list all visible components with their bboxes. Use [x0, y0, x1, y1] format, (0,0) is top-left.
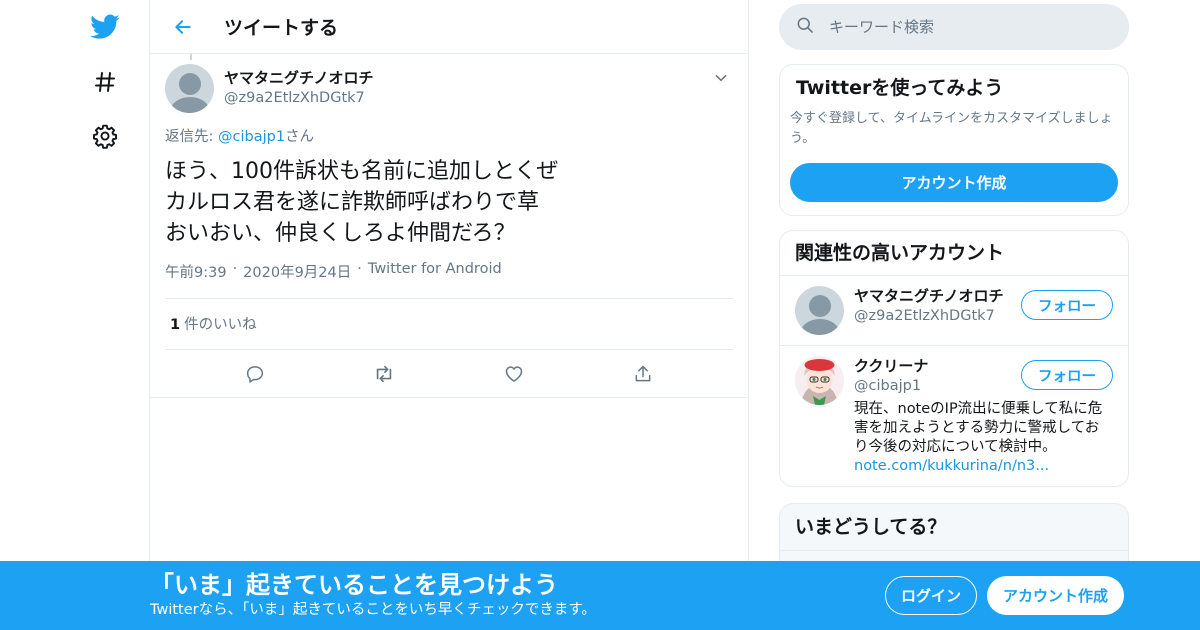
create-account-button[interactable]: アカウント作成 — [790, 163, 1118, 202]
signup-card-title: Twitterを使ってみよう — [796, 77, 1004, 99]
main-header: ツイートする — [150, 0, 748, 54]
follow-button[interactable]: フォロー — [1021, 290, 1113, 320]
bottom-signup-bar: 「いま」起きていることを見つけよう Twitterなら、「いま」起きていることを… — [0, 561, 1200, 630]
right-sidebar: Twitterを使ってみよう 今すぐ登録して、タイムラインをカスタマイズしましょ… — [779, 0, 1129, 573]
account-bio-text: 現在、noteのIP流出に便乗して私に危害を加えようとする勢力に警戒しており今後… — [854, 401, 1103, 455]
related-account-item[interactable]: ククリーナ @cibajp1 フォロー 現在、noteのIP流出に便乗して私に危… — [780, 346, 1128, 486]
likes-row[interactable]: 1 件のいいね — [165, 299, 733, 350]
chevron-down-icon[interactable] — [709, 66, 733, 90]
account-top-row: ククリーナ @cibajp1 フォロー — [854, 356, 1113, 396]
tweet-text: ほう、100件訴状も名前に追加しとくぜ カルロス君を遂に詐欺師呼ばわりで草 おい… — [165, 159, 559, 246]
tweet-actions — [150, 350, 748, 398]
search-input[interactable] — [829, 18, 1089, 36]
account-names: ククリーナ @cibajp1 — [854, 356, 928, 396]
signup-card: Twitterを使ってみよう 今すぐ登録して、タイムラインをカスタマイズしましょ… — [779, 64, 1129, 216]
account-info: ヤマタニグチノオロチ @z9a2EtlzXhDGtk7 フォロー — [854, 286, 1113, 335]
reply-to-prefix: 返信先: — [165, 129, 218, 145]
share-icon[interactable] — [626, 357, 660, 391]
follow-button[interactable]: フォロー — [1021, 360, 1113, 390]
account-info: ククリーナ @cibajp1 フォロー 現在、noteのIP流出に便乗して私に危… — [854, 356, 1113, 476]
related-accounts-title: 関連性の高いアカウント — [780, 231, 1128, 276]
hashtag-icon[interactable] — [86, 63, 124, 101]
account-name[interactable]: ククリーナ — [854, 356, 928, 376]
reply-to-link[interactable]: @cibajp1 — [218, 129, 285, 145]
signup-button[interactable]: アカウント作成 — [987, 576, 1124, 615]
account-bio-link[interactable]: note.com/kukkurina/n/n3... — [854, 458, 1049, 474]
meta-separator: · — [357, 261, 362, 277]
login-button[interactable]: ログイン — [885, 576, 977, 615]
reply-icon[interactable] — [238, 357, 272, 391]
likes-count: 1 — [170, 317, 181, 333]
tweet-detail: ヤマタニグチノオロチ @z9a2EtlzXhDGtk7 返信先: @cibajp… — [150, 54, 748, 398]
settings-gear-icon[interactable] — [86, 117, 124, 155]
account-top-row: ヤマタニグチノオロチ @z9a2EtlzXhDGtk7 フォロー — [854, 286, 1113, 326]
page: ツイートする ヤマタニグチノオロチ @z9a2EtlzXhDGtk7 返信先: … — [0, 0, 1200, 630]
twitter-bird-icon[interactable] — [86, 8, 124, 46]
bottom-bar-title: 「いま」起きていることを見つけよう — [150, 571, 558, 599]
tweet-meta: 午前9:39 · 2020年9月24日 · Twitter for Androi… — [165, 261, 733, 299]
thread-connector-line — [190, 54, 192, 60]
account-name[interactable]: ヤマタニグチノオロチ — [854, 286, 1004, 306]
main-column: ツイートする ヤマタニグチノオロチ @z9a2EtlzXhDGtk7 返信先: … — [149, 0, 749, 630]
signup-card-description: 今すぐ登録して、タイムラインをカスタマイズしましょう。 — [790, 111, 1113, 146]
related-account-item[interactable]: ヤマタニグチノオロチ @z9a2EtlzXhDGtk7 フォロー — [780, 276, 1128, 346]
bottom-bar-subtitle: Twitterなら、「いま」起きていることをいち早くチェックできます。 — [150, 602, 596, 618]
reply-to-line: 返信先: @cibajp1さん — [165, 125, 733, 146]
back-arrow-icon[interactable] — [166, 10, 200, 44]
tweet-source[interactable]: Twitter for Android — [368, 261, 502, 282]
reply-to-suffix: さん — [285, 129, 315, 145]
account-bio: 現在、noteのIP流出に便乗して私に危害を加えようとする勢力に警戒しており今後… — [854, 400, 1113, 476]
tweet-date[interactable]: 2020年9月24日 — [243, 261, 351, 282]
left-nav — [70, 0, 150, 630]
related-accounts-card: 関連性の高いアカウント ヤマタニグチノオロチ @z9a2EtlzXhDGtk7 … — [779, 230, 1129, 487]
trends-title: いまどうしてる？ — [780, 504, 1128, 551]
likes-label: 件のいいね — [184, 317, 257, 333]
meta-separator: · — [232, 261, 238, 277]
avatar[interactable] — [165, 64, 214, 113]
author-handle[interactable]: @z9a2EtlzXhDGtk7 — [224, 88, 709, 108]
account-names: ヤマタニグチノオロチ @z9a2EtlzXhDGtk7 — [854, 286, 1004, 326]
retweet-icon[interactable] — [367, 357, 401, 391]
tweet-author-names: ヤマタニグチノオロチ @z9a2EtlzXhDGtk7 — [224, 64, 709, 108]
search-bar[interactable] — [779, 4, 1129, 50]
page-title: ツイートする — [224, 17, 339, 39]
tweet-author-row: ヤマタニグチノオロチ @z9a2EtlzXhDGtk7 — [165, 64, 733, 113]
tweet-time[interactable]: 午前9:39 — [165, 261, 227, 282]
heart-icon[interactable] — [497, 357, 531, 391]
avatar[interactable] — [795, 356, 844, 405]
search-icon — [795, 15, 815, 39]
avatar[interactable] — [795, 286, 844, 335]
account-handle[interactable]: @cibajp1 — [854, 376, 928, 396]
account-handle[interactable]: @z9a2EtlzXhDGtk7 — [854, 306, 1004, 326]
author-display-name[interactable]: ヤマタニグチノオロチ — [224, 68, 709, 88]
